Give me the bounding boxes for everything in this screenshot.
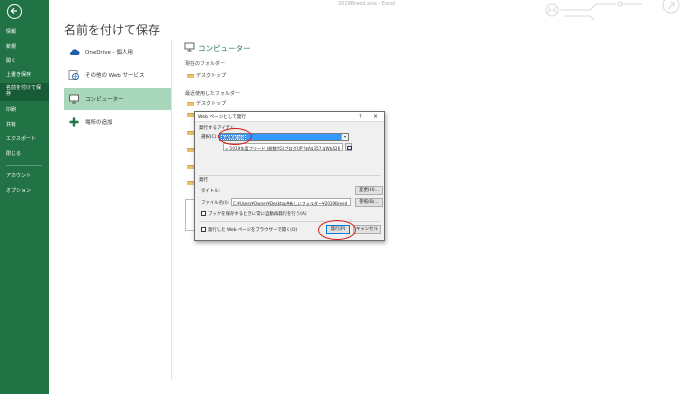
back-button[interactable] bbox=[7, 4, 22, 19]
sidebar-divider bbox=[6, 165, 42, 166]
sidebar-item-info[interactable]: 情報 bbox=[6, 29, 16, 35]
folder-icon bbox=[187, 73, 194, 78]
folder-icon bbox=[187, 101, 194, 106]
sidebar-item-save[interactable]: 上書き保存 bbox=[6, 72, 31, 78]
open-in-browser-checkbox[interactable] bbox=[201, 227, 206, 232]
backstage-sidebar: 情報 新規 開く 上書き保存 名前を付けて保存 印刷 共有 エクスポート 閉じる… bbox=[0, 0, 49, 394]
browse-button[interactable]: 参照(B)... bbox=[355, 198, 383, 207]
open-in-browser-label: 発行した Web ページをブラウザーで開く(O) bbox=[208, 228, 298, 233]
globe-icon bbox=[68, 70, 79, 80]
plus-icon bbox=[69, 117, 79, 127]
dialog-titlebar[interactable]: Web ページとして発行 ? × bbox=[195, 112, 384, 122]
back-arrow-icon bbox=[10, 7, 17, 15]
folder-icon[interactable] bbox=[187, 113, 194, 117]
place-label: OneDrive - 個人用 bbox=[85, 50, 133, 56]
annotation-circle-selection bbox=[218, 128, 252, 145]
cloud-icon bbox=[70, 49, 80, 55]
sidebar-item-open[interactable]: 開く bbox=[6, 58, 16, 64]
change-title-button[interactable]: 変更(H)... bbox=[355, 186, 383, 195]
circuit-decoration bbox=[545, 0, 680, 21]
divider bbox=[199, 221, 380, 222]
autorepublish-label: ブックを保存するときに常に自動再発行を行う(A) bbox=[208, 212, 307, 217]
document-title: 2019Breed.xlsx - Excel bbox=[338, 1, 396, 7]
computer-icon bbox=[184, 42, 195, 52]
folder-icon[interactable] bbox=[187, 131, 194, 135]
title-label: タイトル: bbox=[201, 189, 221, 194]
cancel-button[interactable]: キャンセル bbox=[353, 225, 381, 234]
divider bbox=[199, 175, 380, 176]
sidebar-item-close[interactable]: 閉じる bbox=[6, 151, 21, 157]
select-label: 選択(C): bbox=[201, 135, 218, 140]
close-button[interactable]: × bbox=[373, 113, 378, 120]
folder-icon[interactable] bbox=[187, 181, 194, 185]
annotation-circle-publish bbox=[318, 220, 356, 240]
sidebar-item-export[interactable]: エクスポート bbox=[6, 136, 36, 142]
folder-icon[interactable] bbox=[187, 165, 194, 169]
place-label: その他の Web サービス bbox=[85, 73, 145, 79]
place-web-services[interactable]: その他の Web サービス bbox=[64, 64, 171, 86]
place-label: 場所の追加 bbox=[85, 120, 113, 126]
folder-label: デスクトップ bbox=[196, 101, 227, 107]
place-onedrive[interactable]: OneDrive - 個人用 bbox=[64, 41, 171, 63]
folder-label: デスクトップ bbox=[196, 73, 227, 79]
sidebar-item-save-as[interactable]: 名前を付けて保存 bbox=[6, 85, 44, 97]
place-computer[interactable]: コンピューター bbox=[64, 88, 171, 110]
sidebar-item-options[interactable]: オプション bbox=[6, 188, 31, 194]
filename-label: ファイル名(I): bbox=[201, 201, 230, 206]
chevron-down-icon[interactable] bbox=[341, 134, 348, 140]
page-title: 名前を付けて保存 bbox=[64, 23, 161, 37]
range-select-icon[interactable] bbox=[345, 143, 352, 151]
place-add-location[interactable]: 場所の追加 bbox=[64, 111, 171, 133]
current-folder-item[interactable]: デスクトップ bbox=[187, 72, 226, 79]
sidebar-item-share[interactable]: 共有 bbox=[6, 122, 16, 128]
current-folder-label: 現在のフォルダー bbox=[185, 61, 226, 67]
recent-folders-label: 最近使用したフォルダー bbox=[185, 91, 241, 97]
dialog-title: Web ページとして発行 bbox=[198, 115, 246, 120]
filename-value: C:¥Users¥Owner¥Desktop¥新しいフォルダー¥2019Bree… bbox=[233, 200, 348, 206]
column-divider bbox=[171, 40, 172, 380]
recent-folder-item[interactable]: デスクトップ bbox=[187, 100, 226, 107]
sidebar-item-new[interactable]: 新規 bbox=[6, 44, 16, 50]
folder-icon[interactable] bbox=[187, 148, 194, 152]
place-label: コンピューター bbox=[85, 97, 124, 103]
sidebar-item-print[interactable]: 印刷 bbox=[6, 107, 16, 113]
help-button[interactable]: ? bbox=[359, 114, 362, 120]
publish-group-label: 発行 bbox=[199, 178, 208, 183]
autorepublish-checkbox[interactable] bbox=[201, 211, 206, 216]
filename-input[interactable]: C:¥Users¥Owner¥Desktop¥新しいフォルダー¥2019Bree… bbox=[231, 198, 351, 206]
computer-icon bbox=[69, 94, 79, 104]
range-item[interactable]: ='2019年度ブリード (総数YG)プログUP'!$A$357:$W$426 bbox=[225, 146, 340, 152]
sidebar-item-account[interactable]: アカウント bbox=[6, 173, 31, 179]
panel-title: コンピューター bbox=[198, 44, 251, 53]
